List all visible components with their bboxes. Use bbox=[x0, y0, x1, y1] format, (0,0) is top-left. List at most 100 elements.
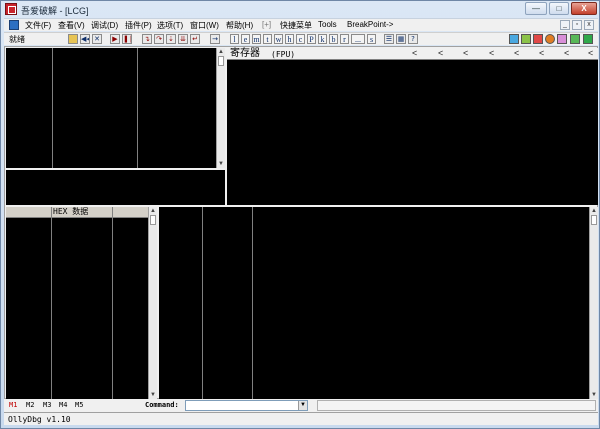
minimize-button[interactable]: — bbox=[525, 2, 547, 15]
register-prev-icon[interactable]: < bbox=[412, 48, 417, 59]
patches-window-button[interactable]: P bbox=[307, 34, 316, 44]
stack-address-divider[interactable] bbox=[202, 207, 203, 399]
scroll-thumb[interactable] bbox=[218, 56, 224, 66]
log-window-button[interactable]: l bbox=[230, 34, 239, 44]
mdi-minimize-button[interactable]: _ bbox=[560, 20, 570, 30]
scroll-down-icon[interactable]: ▼ bbox=[591, 392, 597, 398]
mdi-close-button[interactable]: x bbox=[584, 20, 594, 30]
run-icon[interactable]: ▶ bbox=[110, 34, 120, 44]
appearance-icon[interactable]: ▦ bbox=[396, 34, 406, 44]
child-window-icon[interactable] bbox=[9, 20, 19, 30]
cpu-window: ▲ ▼ 寄存器 (FPU) < < < < < < < < HEX 数据 ▲ ▼… bbox=[4, 46, 598, 399]
cpu-window-button[interactable]: c bbox=[296, 34, 305, 44]
step-over-icon[interactable]: ↷ bbox=[154, 34, 164, 44]
handles-window-button[interactable]: h bbox=[285, 34, 294, 44]
call-stack-button[interactable]: k bbox=[318, 34, 327, 44]
scroll-up-icon[interactable]: ▲ bbox=[150, 208, 156, 214]
register-prev-icon[interactable]: < bbox=[438, 48, 443, 59]
registers-header[interactable]: 寄存器 (FPU) < < < < < < < < bbox=[227, 48, 598, 60]
menu-options[interactable]: 选项(T) bbox=[157, 20, 183, 31]
stack-scrollbar[interactable]: ▲ ▼ bbox=[589, 207, 598, 399]
dump-scrollbar[interactable]: ▲ ▼ bbox=[148, 207, 157, 399]
dump-pane[interactable]: HEX 数据 ▲ ▼ bbox=[6, 207, 157, 399]
scroll-down-icon[interactable]: ▼ bbox=[150, 392, 156, 398]
registers-pane[interactable]: 寄存器 (FPU) < < < < < < < < bbox=[227, 48, 598, 205]
help-button[interactable]: ? bbox=[408, 34, 418, 44]
trace-over-icon[interactable]: ⇊ bbox=[178, 34, 188, 44]
plugin-red-icon[interactable] bbox=[533, 34, 543, 44]
stack-value-divider[interactable] bbox=[252, 207, 253, 399]
command-result-field bbox=[317, 400, 596, 411]
menu-shortcuts[interactable]: 快捷菜单 bbox=[280, 20, 312, 31]
restart-icon[interactable]: ◀◀ bbox=[80, 34, 90, 44]
memory-tab-m1[interactable]: M1 bbox=[9, 401, 17, 409]
register-prev-icon[interactable]: < bbox=[564, 48, 569, 59]
menu-debug[interactable]: 调试(D) bbox=[91, 20, 118, 31]
threads-window-button[interactable]: t bbox=[263, 34, 272, 44]
window-title: 吾爱破解 - [LCG] bbox=[21, 6, 89, 16]
trace-into-icon[interactable]: ⇣ bbox=[166, 34, 176, 44]
menu-breakpoint[interactable]: BreakPoint-> bbox=[347, 20, 393, 29]
plugin-teal-icon[interactable] bbox=[583, 34, 593, 44]
scroll-thumb[interactable] bbox=[150, 215, 156, 225]
close-program-icon[interactable]: ✕ bbox=[92, 34, 102, 44]
memory-tab-m3[interactable]: M3 bbox=[43, 401, 51, 409]
list-icon[interactable]: ☰ bbox=[384, 34, 394, 44]
mdi-restore-button[interactable]: ▫ bbox=[572, 20, 582, 30]
dump-ascii-divider[interactable] bbox=[112, 207, 113, 399]
registers-mode: (FPU) bbox=[271, 50, 296, 59]
app-icon[interactable] bbox=[5, 3, 17, 15]
execute-till-return-icon[interactable]: ↵ bbox=[190, 34, 200, 44]
menu-tools[interactable]: Tools bbox=[318, 20, 337, 29]
menu-view[interactable]: 查看(V) bbox=[58, 20, 85, 31]
command-bar: M1 M2 M3 M4 M5 Command: ▼ bbox=[4, 399, 598, 412]
disassembly-pane[interactable]: ▲ ▼ bbox=[6, 48, 225, 168]
status-bar: OllyDbg v1.10 bbox=[4, 412, 598, 425]
register-prev-icon[interactable]: < bbox=[514, 48, 519, 59]
registers-title: 寄存器 bbox=[230, 48, 260, 59]
goto-icon[interactable]: → bbox=[210, 34, 220, 44]
close-button[interactable]: X bbox=[571, 2, 597, 15]
stack-pane[interactable]: ▲ ▼ bbox=[159, 207, 598, 399]
memory-tab-m5[interactable]: M5 bbox=[75, 401, 83, 409]
chevron-down-icon[interactable]: ▼ bbox=[298, 401, 307, 410]
step-into-icon[interactable]: ↴ bbox=[142, 34, 152, 44]
info-pane[interactable] bbox=[6, 170, 225, 205]
modules-window-button[interactable]: e bbox=[241, 34, 250, 44]
memory-map-button[interactable]: m bbox=[252, 34, 261, 44]
hex-column-divider[interactable] bbox=[137, 48, 138, 168]
memory-tab-m4[interactable]: M4 bbox=[59, 401, 67, 409]
scroll-up-icon[interactable]: ▲ bbox=[591, 208, 597, 214]
pause-icon[interactable]: ❚❚ bbox=[122, 34, 132, 44]
maximize-button[interactable]: □ bbox=[549, 2, 569, 15]
source-button[interactable]: s bbox=[367, 34, 376, 44]
references-button[interactable]: r bbox=[340, 34, 349, 44]
register-prev-icon[interactable]: < bbox=[539, 48, 544, 59]
menu-plugins[interactable]: 插件(P) bbox=[125, 20, 152, 31]
breakpoints-button[interactable]: b bbox=[329, 34, 338, 44]
plugin-blue-icon[interactable] bbox=[509, 34, 519, 44]
register-prev-icon[interactable]: < bbox=[588, 48, 593, 59]
plugin-pink-icon[interactable] bbox=[557, 34, 567, 44]
scroll-down-icon[interactable]: ▼ bbox=[218, 161, 224, 167]
disassembly-scrollbar[interactable]: ▲ ▼ bbox=[216, 48, 225, 168]
command-input[interactable]: ▼ bbox=[185, 400, 308, 411]
dump-header[interactable]: HEX 数据 bbox=[6, 207, 157, 218]
open-icon[interactable] bbox=[68, 34, 78, 44]
plugin-green-icon[interactable] bbox=[521, 34, 531, 44]
scroll-up-icon[interactable]: ▲ bbox=[218, 49, 224, 55]
dump-address-divider[interactable] bbox=[51, 207, 52, 399]
scroll-thumb[interactable] bbox=[591, 215, 597, 225]
menu-help[interactable]: 帮助(H) bbox=[226, 20, 253, 31]
windows-window-button[interactable]: w bbox=[274, 34, 283, 44]
run-trace-button[interactable]: ... bbox=[351, 34, 365, 44]
plugin-orange-icon[interactable] bbox=[545, 34, 555, 44]
memory-tab-m2[interactable]: M2 bbox=[26, 401, 34, 409]
plugin-lime-icon[interactable] bbox=[570, 34, 580, 44]
register-prev-icon[interactable]: < bbox=[463, 48, 468, 59]
menu-window[interactable]: 窗口(W) bbox=[190, 20, 219, 31]
address-column-divider[interactable] bbox=[52, 48, 53, 168]
menu-file[interactable]: 文件(F) bbox=[25, 20, 51, 31]
register-prev-icon[interactable]: < bbox=[489, 48, 494, 59]
menu-expand[interactable]: [+] bbox=[262, 20, 271, 29]
